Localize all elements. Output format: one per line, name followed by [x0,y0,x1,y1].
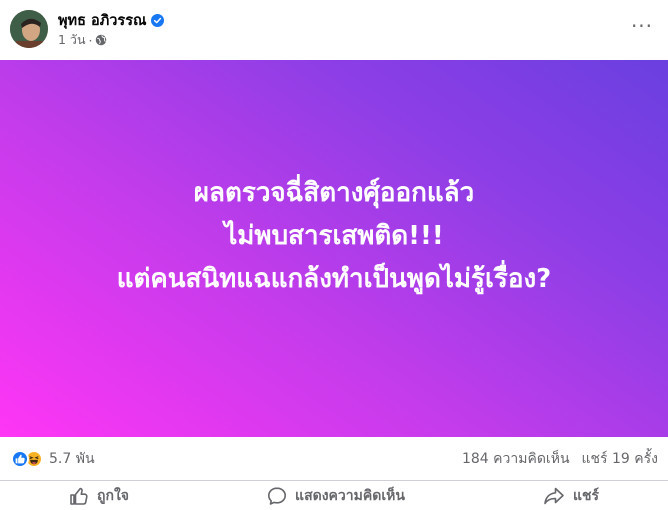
post-meta: 1 วัน · [58,30,107,50]
share-arrow-icon [543,486,565,506]
author-name[interactable]: พุทธ อภิวรรณ [58,9,146,32]
globe-icon[interactable] [95,34,107,46]
like-button[interactable]: ถูกใจ [69,485,129,507]
avatar[interactable] [10,10,48,48]
comment-label: แสดงความคิดเห็น [295,488,405,504]
facebook-post: พุทธ อภิวรรณ 1 วัน · ··· ผลตรวจฉี่สิตางศ… [0,0,668,510]
engagement-counts: 184 ความคิดเห็น แชร์ 19 ครั้ง [462,448,658,470]
post-header: พุทธ อภิวรรณ 1 วัน · ··· [0,0,668,60]
like-label: ถูกใจ [97,488,130,504]
share-button[interactable]: แชร์ [543,485,599,507]
verified-badge-icon [151,14,165,27]
banner-line: แต่คนสนิทแฉแกล้งทำเป็นพูดไม่รู้เรื่อง? [116,264,552,294]
post-stats: 5.7 พัน 184 ความคิดเห็น แชร์ 19 ครั้ง [0,437,668,481]
share-label: แชร์ [572,488,599,504]
banner-line: ไม่พบสารเสพติด!!! [224,221,444,251]
author-name-row: พุทธ อภิวรรณ [58,9,165,32]
banner-text: ผลตรวจฉี่สิตางศุ์ออกแล้ว ไม่พบสารเสพติด!… [117,172,552,301]
post-text-banner: ผลตรวจฉี่สิตางศุ์ออกแล้ว ไม่พบสารเสพติด!… [0,60,668,437]
thumbs-up-icon [69,486,89,506]
post-timestamp[interactable]: 1 วัน [58,30,86,50]
banner-line: ผลตรวจฉี่สิตางศุ์ออกแล้ว [193,178,475,208]
reaction-count: 5.7 พัน [49,450,95,467]
comment-bubble-icon [267,486,287,506]
more-options-button[interactable]: ··· [628,14,656,38]
reaction-summary[interactable]: 5.7 พัน [11,448,95,470]
comment-button[interactable]: แสดงความคิดเห็น [267,485,405,507]
share-count[interactable]: แชร์ 19 ครั้ง [582,448,658,470]
like-reaction-icon [11,449,29,468]
meta-separator: · [88,32,93,48]
comment-count[interactable]: 184 ความคิดเห็น [462,448,570,470]
post-action-bar: ถูกใจ แสดงความคิดเห็น แชร์ [0,482,668,510]
